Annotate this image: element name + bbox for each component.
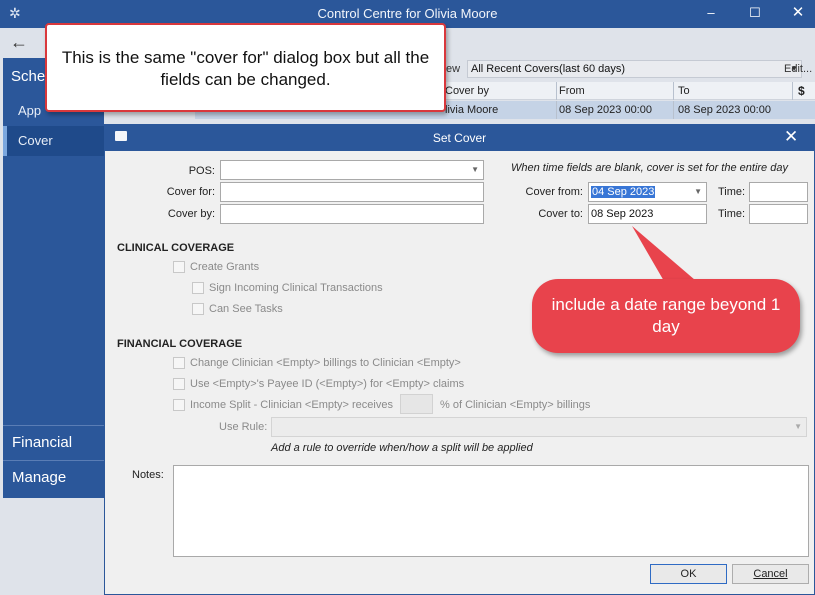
income-split-checkbox[interactable] xyxy=(173,399,185,411)
cancel-button[interactable]: Cancel xyxy=(732,564,809,584)
pos-label: POS: xyxy=(188,165,215,177)
rule-hint: Add a rule to override when/how a split … xyxy=(271,442,533,454)
close-dialog-button[interactable]: ✕ xyxy=(784,127,798,147)
sidebar-item-label: Cover xyxy=(18,133,53,148)
cover-from-date-field[interactable]: 04 Sep 2023 ▼ xyxy=(588,182,707,202)
close-window-button[interactable]: ✕ xyxy=(786,3,810,23)
cover-for-field[interactable] xyxy=(220,182,484,202)
sign-incoming-checkbox[interactable] xyxy=(192,282,204,294)
back-arrow-icon[interactable]: ← xyxy=(10,32,28,53)
cover-from-label: Cover from: xyxy=(525,186,583,198)
use-rule-select[interactable]: ▼ xyxy=(271,417,807,437)
cover-to-date-field[interactable]: 08 Sep 2023 xyxy=(588,204,707,224)
blank-time-hint: When time fields are blank, cover is set… xyxy=(511,162,788,174)
dropdown-arrow-icon: ▼ xyxy=(794,422,802,431)
column-separator xyxy=(556,82,557,100)
cell-cover-by: livia Moore xyxy=(445,104,499,116)
set-cover-dialog: Set Cover ✕ POS: ▼ Cover for: Cover by: … xyxy=(104,124,815,595)
change-clinician-checkbox[interactable] xyxy=(173,357,185,369)
column-separator xyxy=(556,101,557,119)
sidebar-section-manage[interactable]: Manage xyxy=(3,460,104,494)
sidebar-section-financial[interactable]: Financial xyxy=(3,425,104,459)
active-indicator xyxy=(3,126,7,156)
time-to-field[interactable] xyxy=(749,204,808,224)
column-separator xyxy=(673,101,674,119)
view-select-value: All Recent Covers(last 60 days) xyxy=(471,63,626,75)
cover-by-label: Cover by: xyxy=(167,208,215,220)
financial-coverage-heading: FINANCIAL COVERAGE xyxy=(117,338,243,350)
dropdown-arrow-icon: ▼ xyxy=(694,187,702,196)
cell-to: 08 Sep 2023 00:00 xyxy=(678,104,771,116)
view-select[interactable]: All Recent Covers(last 60 days) ▼ xyxy=(467,60,802,78)
income-split-suffix: % of Clinician <Empty> billings xyxy=(440,399,591,411)
use-payee-checkbox[interactable] xyxy=(173,378,185,390)
clinical-coverage-heading: CLINICAL COVERAGE xyxy=(117,242,235,254)
minimize-button[interactable]: – xyxy=(699,3,723,23)
column-header-amount[interactable]: $ xyxy=(798,84,805,98)
dropdown-arrow-icon: ▼ xyxy=(471,165,479,174)
ok-button[interactable]: OK xyxy=(650,564,727,584)
pos-select[interactable]: ▼ xyxy=(220,160,484,180)
create-grants-checkbox[interactable] xyxy=(173,261,185,273)
cover-by-field[interactable] xyxy=(220,204,484,224)
create-grants-label: Create Grants xyxy=(190,261,260,273)
cell-from: 08 Sep 2023 00:00 xyxy=(559,104,652,116)
column-header-from[interactable]: From xyxy=(559,85,585,97)
income-split-percent-field[interactable] xyxy=(400,394,433,414)
annotation-callout-top: This is the same "cover for" dialog box … xyxy=(45,23,446,112)
can-see-tasks-label: Can See Tasks xyxy=(209,303,283,315)
can-see-tasks-checkbox[interactable] xyxy=(192,303,204,315)
cancel-label: Cancel xyxy=(753,568,788,580)
notes-label: Notes: xyxy=(132,469,164,481)
cover-to-label: Cover to: xyxy=(538,208,583,220)
time-to-label: Time: xyxy=(718,208,746,220)
view-label: ew xyxy=(446,63,461,75)
sidebar-item-cover[interactable]: Cover xyxy=(3,126,104,156)
cover-from-value: 04 Sep 2023 xyxy=(591,186,656,198)
cover-for-label: Cover for: xyxy=(166,186,215,198)
sign-incoming-label: Sign Incoming Clinical Transactions xyxy=(209,282,383,294)
use-rule-label: Use Rule: xyxy=(219,421,268,433)
annotation-callout-date-range: include a date range beyond 1 day xyxy=(532,279,800,353)
view-bar: ew All Recent Covers(last 60 days) ▼ Edi… xyxy=(446,60,815,80)
window-title: Control Centre for Olivia Moore xyxy=(317,6,498,21)
column-header-to[interactable]: To xyxy=(678,85,690,97)
column-separator xyxy=(792,82,793,100)
sidebar-section-schedule[interactable]: Sche xyxy=(11,68,45,85)
time-from-label: Time: xyxy=(718,186,746,198)
notes-textarea[interactable] xyxy=(173,465,809,557)
column-separator xyxy=(673,82,674,100)
change-clinician-label: Change Clinician <Empty> billings to Cli… xyxy=(190,357,461,369)
dialog-title: Set Cover xyxy=(432,131,487,145)
income-split-label: Income Split - Clinician <Empty> receive… xyxy=(190,399,393,411)
view-edit-button[interactable]: Edit... xyxy=(784,63,812,75)
maximize-button[interactable]: ☐ xyxy=(743,3,767,23)
time-from-field[interactable] xyxy=(749,182,808,202)
dialog-title-bar: Set Cover ✕ xyxy=(105,125,814,151)
column-header-cover-by[interactable]: Cover by xyxy=(445,85,489,97)
use-payee-label: Use <Empty>'s Payee ID (<Empty>) for <Em… xyxy=(190,378,465,390)
